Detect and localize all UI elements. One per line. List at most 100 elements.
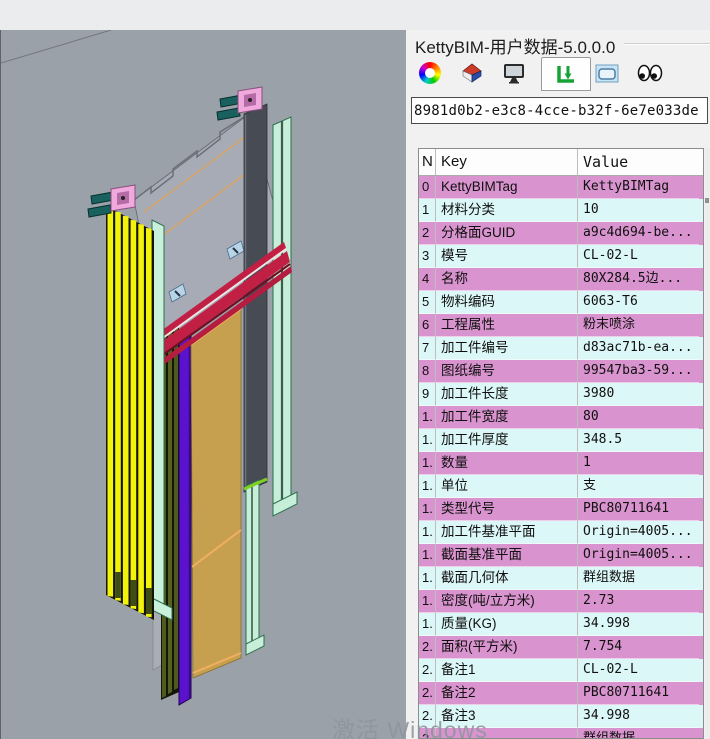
table-row[interactable]: 1.截面基准平面Origin=4005... <box>419 544 703 567</box>
table-row[interactable]: 6工程属性粉末喷涂 <box>419 314 703 337</box>
row-value: 群组数据 <box>578 567 699 590</box>
color-wheel-icon[interactable] <box>419 62 443 86</box>
table-row[interactable]: 1材料分类10 <box>419 199 703 222</box>
table-scrollbar[interactable] <box>705 148 710 739</box>
row-value: KettyBIMTag <box>578 176 699 199</box>
purple-profile <box>179 329 191 705</box>
table-row[interactable]: 1.加工件基准平面Origin=4005... <box>419 521 703 544</box>
table-row[interactable]: 4名称80X284.5边... <box>419 268 703 291</box>
row-key: 类型代号 <box>436 498 578 521</box>
table-row[interactable]: 1.单位支 <box>419 475 703 498</box>
row-value: 80X284.5边... <box>578 268 699 291</box>
header-index[interactable]: N <box>419 149 436 175</box>
guid-input[interactable] <box>411 97 708 124</box>
row-index: 2. <box>419 659 436 682</box>
table-row[interactable]: 1.数量1 <box>419 452 703 475</box>
application-window: KettyBIM-用户数据-5.0.0.0 <box>0 0 710 739</box>
row-index: 1 <box>419 199 436 222</box>
row-index: 2. <box>419 636 436 659</box>
panel-title: KettyBIM-用户数据-5.0.0.0 <box>415 33 615 58</box>
3d-viewport[interactable] <box>0 30 406 739</box>
row-index: 2. <box>419 682 436 705</box>
table-row[interactable]: 2.备注2PBC80711641 <box>419 682 703 705</box>
eyes-icon[interactable] <box>637 62 661 86</box>
frame-window-icon[interactable] <box>595 62 619 86</box>
right-mint-channel <box>273 117 297 516</box>
color-wheel-glyph <box>419 62 441 84</box>
ground-line <box>1 30 111 63</box>
row-index: 1. <box>419 613 436 636</box>
header-key[interactable]: Key <box>436 149 578 175</box>
row-value: 3980 <box>578 383 699 406</box>
row-index: 8 <box>419 360 436 383</box>
row-value: 7.754 <box>578 636 699 659</box>
header-value[interactable]: Value <box>578 149 699 175</box>
table-row[interactable]: 1.类型代号PBC80711641 <box>419 498 703 521</box>
row-key: 名称 <box>436 268 578 291</box>
eyes-glyph <box>637 62 665 86</box>
solid-model-glyph <box>460 62 484 86</box>
row-value: a9c4d694-be... <box>578 222 699 245</box>
row-index: 5 <box>419 291 436 314</box>
row-key: 模号 <box>436 245 578 268</box>
row-index: 2 <box>419 222 436 245</box>
table-row[interactable]: 7加工件编号d83ac71b-ea... <box>419 337 703 360</box>
row-value: 348.5 <box>578 429 699 452</box>
table-header: N Key Value <box>419 149 703 176</box>
row-key: 加工件编号 <box>436 337 578 360</box>
row-key: 加工件厚度 <box>436 429 578 452</box>
property-table: N Key Value 0KettyBIMTagKettyBIMTag1材料分类… <box>418 148 704 739</box>
row-index: 9 <box>419 383 436 406</box>
row-key: 备注2 <box>436 682 578 705</box>
row-key: 加工件长度 <box>436 383 578 406</box>
table-row[interactable]: 0KettyBIMTagKettyBIMTag <box>419 176 703 199</box>
table-row[interactable]: 1.加工件厚度348.5 <box>419 429 703 452</box>
row-key: 单位 <box>436 475 578 498</box>
toolbar <box>406 56 710 92</box>
row-index: 6 <box>419 314 436 337</box>
table-row[interactable]: 9加工件长度3980 <box>419 383 703 406</box>
row-key: KettyBIMTag <box>436 176 578 199</box>
row-index: 1. <box>419 406 436 429</box>
import-pipe-icon[interactable] <box>554 62 578 86</box>
row-index: 1. <box>419 567 436 590</box>
row-value: 34.998 <box>578 613 699 636</box>
row-key: 加工件宽度 <box>436 406 578 429</box>
properties-panel: KettyBIM-用户数据-5.0.0.0 <box>406 30 710 739</box>
monitor-icon[interactable] <box>502 62 526 86</box>
table-row[interactable]: 1.加工件宽度80 <box>419 406 703 429</box>
yellow-mullion-group <box>106 206 154 620</box>
row-index: 1. <box>419 544 436 567</box>
row-index: 4 <box>419 268 436 291</box>
row-value: CL-02-L <box>578 659 699 682</box>
row-key: 数量 <box>436 452 578 475</box>
table-row[interactable]: 2.备注1CL-02-L <box>419 659 703 682</box>
row-key: 图纸编号 <box>436 360 578 383</box>
row-key: 质量(KG) <box>436 613 578 636</box>
row-value: CL-02-L <box>578 245 699 268</box>
row-key: 密度(吨/立方米) <box>436 590 578 613</box>
rear-mint-channel <box>246 480 264 655</box>
row-key: 物料编码 <box>436 291 578 314</box>
infill-panel <box>191 307 241 678</box>
row-value: 粉末喷涂 <box>578 314 699 337</box>
table-row[interactable]: 8图纸编号99547ba3-59... <box>419 360 703 383</box>
table-row[interactable]: 2.面积(平方米)7.754 <box>419 636 703 659</box>
table-row[interactable]: 1.密度(吨/立方米)2.73 <box>419 590 703 613</box>
row-key: 面积(平方米) <box>436 636 578 659</box>
table-row[interactable]: 2分格面GUIDa9c4d694-be... <box>419 222 703 245</box>
windows-activation-watermark: 激活 Windows <box>332 711 488 739</box>
table-row[interactable]: 3模号CL-02-L <box>419 245 703 268</box>
row-value: 99547ba3-59... <box>578 360 699 383</box>
row-key: 截面基准平面 <box>436 544 578 567</box>
table-row[interactable]: 1.质量(KG)34.998 <box>419 613 703 636</box>
row-key: 加工件基准平面 <box>436 521 578 544</box>
table-row[interactable]: 1.截面几何体群组数据 <box>419 567 703 590</box>
row-value: 80 <box>578 406 699 429</box>
table-row[interactable]: 5物料编码6063-T6 <box>419 291 703 314</box>
frame-window-glyph <box>595 62 619 86</box>
solid-model-icon[interactable] <box>460 62 484 86</box>
row-index: 3 <box>419 245 436 268</box>
row-index: 1. <box>419 429 436 452</box>
import-pipe-glyph <box>554 62 578 86</box>
